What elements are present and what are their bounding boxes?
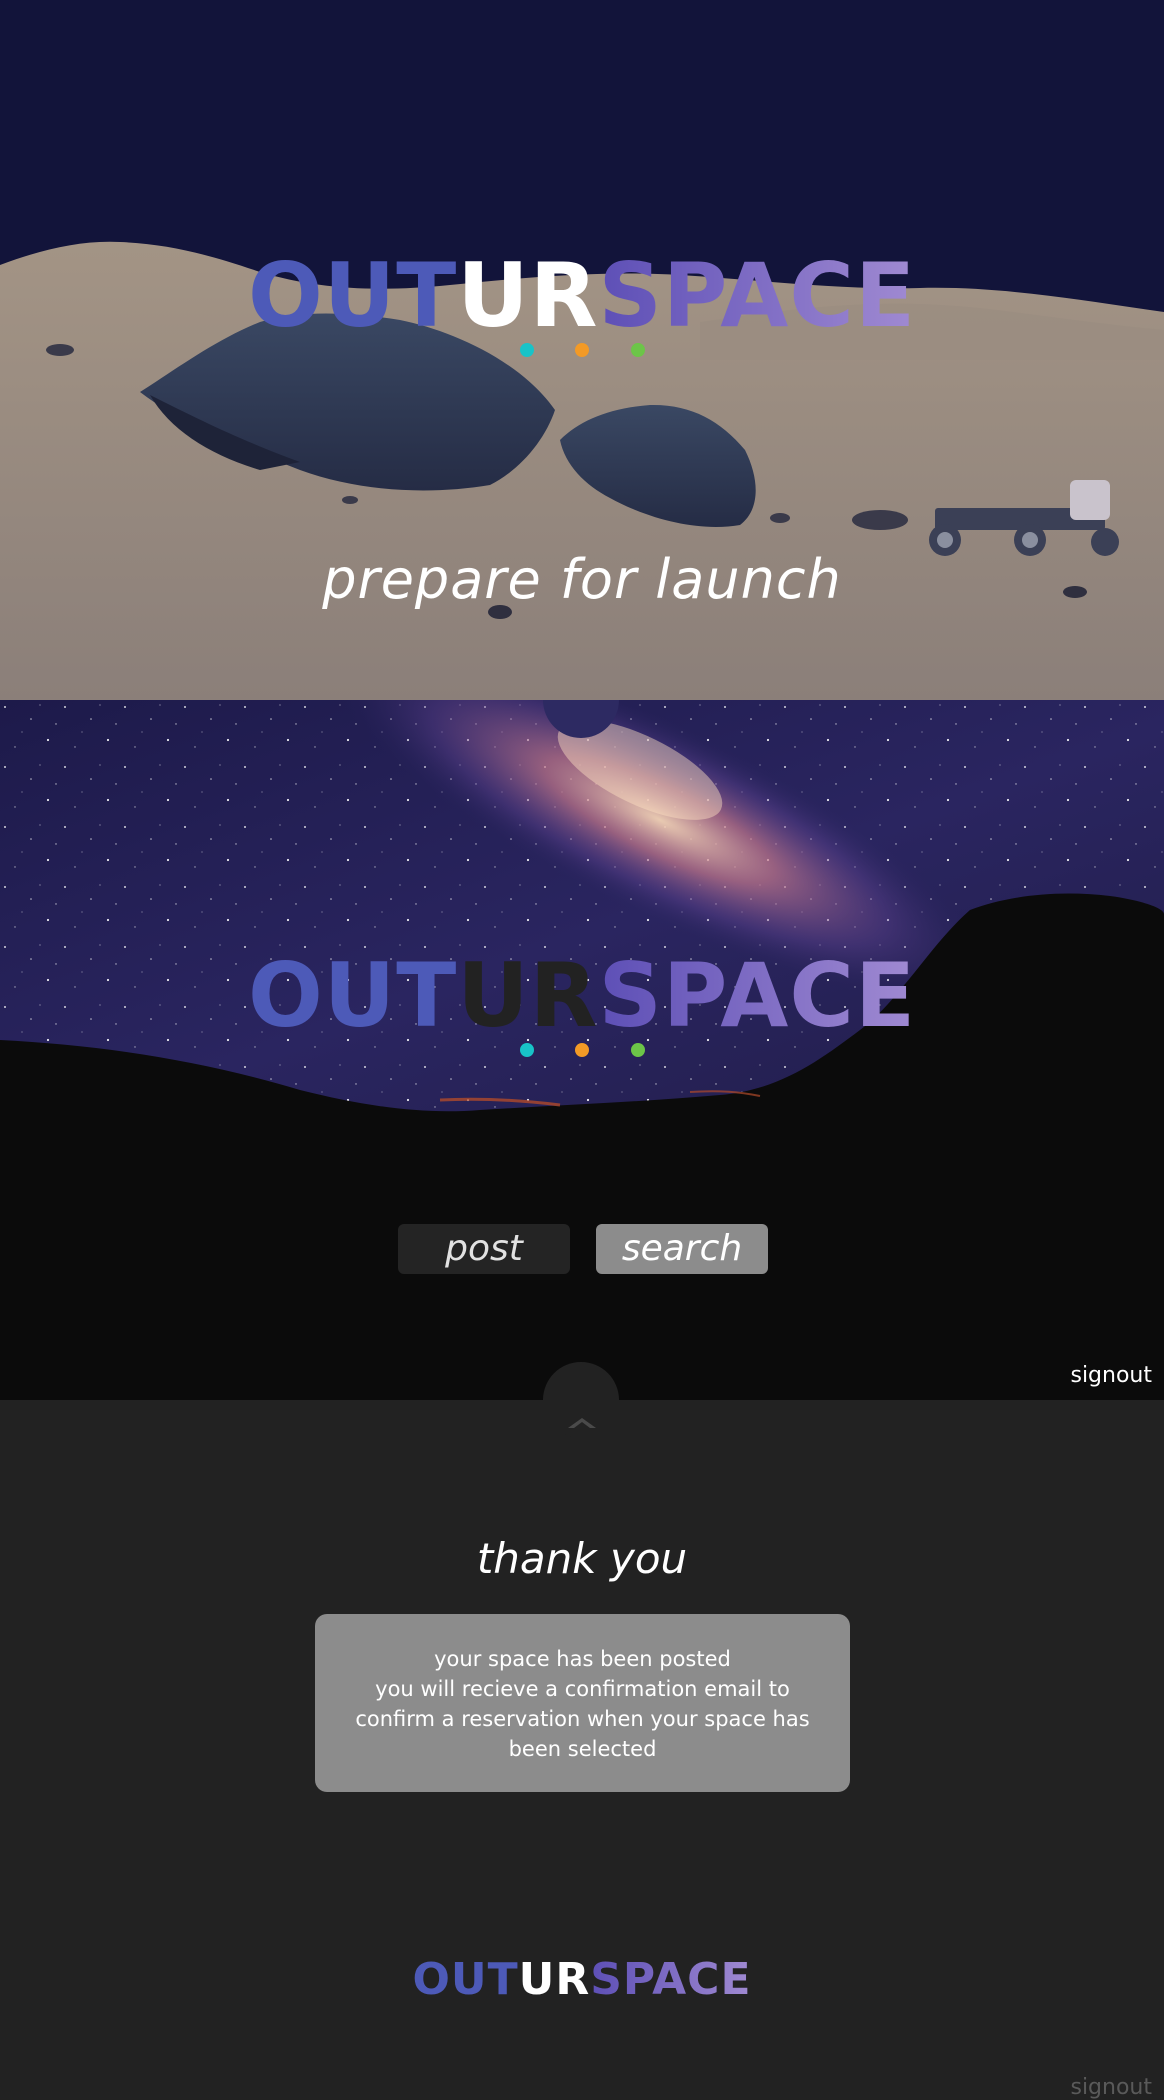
green-dot	[631, 1043, 645, 1057]
galaxy-logo: OUTURSPACE	[0, 952, 1164, 1040]
message-line: confirm a reservation when your space ha…	[355, 1707, 810, 1731]
orange-dot	[575, 343, 589, 357]
post-button[interactable]: post	[398, 1224, 570, 1274]
logo-part-space: SPACE	[598, 244, 917, 347]
message-line: you will recieve a confirmation email to	[375, 1677, 790, 1701]
orange-dot	[575, 1043, 589, 1057]
teal-dot	[520, 1043, 534, 1057]
hero-tagline: prepare for launch	[322, 548, 842, 611]
logo-part-ur: UR	[457, 244, 599, 347]
thank-you-title: thank you	[476, 1534, 688, 1583]
thank-you-section: thank you your space has been posted you…	[0, 1362, 1164, 2100]
green-dot	[631, 343, 645, 357]
logo-part-out: OUT	[247, 944, 458, 1047]
search-button[interactable]: search	[596, 1224, 768, 1274]
logo-part-out: OUT	[412, 1954, 519, 2005]
message-line: been selected	[508, 1737, 657, 1761]
logo-part-out: OUT	[247, 244, 458, 347]
confirmation-message-box: your space has been posted you will reci…	[315, 1614, 850, 1792]
galaxy-section: OUTURSPACE post search signout	[0, 700, 1164, 1400]
message-line: your space has been posted	[434, 1647, 731, 1671]
galaxy-logo-dots	[0, 1043, 1164, 1057]
hero-section: OUTURSPACE prepare for launch	[0, 0, 1164, 700]
chevron-up-icon[interactable]	[566, 1414, 598, 1430]
teal-dot	[520, 343, 534, 357]
hero-logo-dots	[0, 343, 1164, 357]
logo-part-space: SPACE	[590, 1954, 752, 2005]
footer-logo: OUTURSPACE	[0, 1958, 1164, 2002]
logo-part-ur: UR	[457, 944, 599, 1047]
hero-logo: OUTURSPACE	[0, 252, 1164, 340]
signout-link-footer[interactable]: signout	[1070, 2075, 1152, 2100]
logo-part-space: SPACE	[598, 944, 917, 1047]
logo-part-ur: UR	[518, 1954, 591, 2005]
signout-link[interactable]: signout	[1070, 1363, 1152, 1388]
